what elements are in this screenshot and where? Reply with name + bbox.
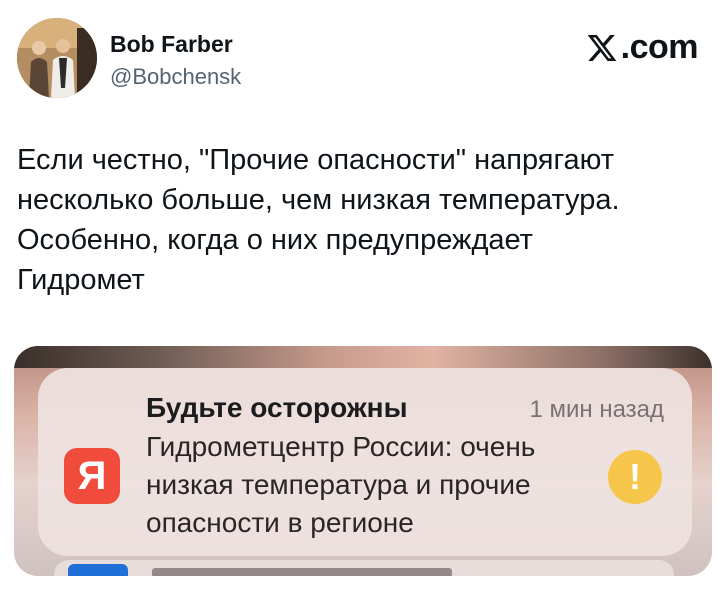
notification-body-line: опасности в регионе bbox=[146, 507, 414, 538]
tweet-text-line: Гидромет bbox=[17, 264, 145, 296]
author-name[interactable]: Bob Farber bbox=[110, 31, 233, 58]
x-com-logo: .com bbox=[585, 28, 699, 67]
x-logo-icon bbox=[587, 34, 617, 61]
partial-notification bbox=[54, 560, 674, 576]
notification-body: Гидрометцентр России: очень низкая темпе… bbox=[146, 428, 616, 542]
yandex-app-icon: Я bbox=[64, 448, 120, 504]
author-avatar[interactable] bbox=[17, 18, 97, 98]
tweet-text-line: Особенно, когда о них предупреждает bbox=[17, 224, 533, 256]
warning-icon: ! bbox=[608, 450, 662, 504]
notification-title: Будьте осторожны bbox=[146, 392, 408, 423]
tweet-text-line: Если честно, "Прочие опасности" напрягаю… bbox=[17, 144, 614, 176]
notification-body-line: низкая температура и прочие bbox=[146, 469, 531, 500]
app-icon bbox=[68, 564, 128, 576]
notification-body-line: Гидрометцентр России: очень bbox=[146, 431, 536, 462]
tweet-text: Если честно, "Прочие опасности" напрягаю… bbox=[17, 140, 707, 300]
tweet-text-line: несколько больше, чем низкая температура… bbox=[17, 184, 620, 216]
attached-photo[interactable]: Я Будьте осторожны 1 мин назад Гидрометц… bbox=[14, 346, 712, 576]
profile-photo-icon bbox=[17, 18, 97, 98]
tweet-screenshot: Bob Farber @Bobchensk .com Если честно, … bbox=[0, 0, 726, 600]
author-handle[interactable]: @Bobchensk bbox=[110, 64, 241, 90]
photo-background-strip bbox=[14, 346, 712, 368]
notification-time: 1 мин назад bbox=[529, 396, 664, 423]
x-logo-suffix: .com bbox=[620, 28, 699, 66]
push-notification: Я Будьте осторожны 1 мин назад Гидрометц… bbox=[38, 368, 692, 556]
blurred-notification-text bbox=[152, 568, 452, 576]
